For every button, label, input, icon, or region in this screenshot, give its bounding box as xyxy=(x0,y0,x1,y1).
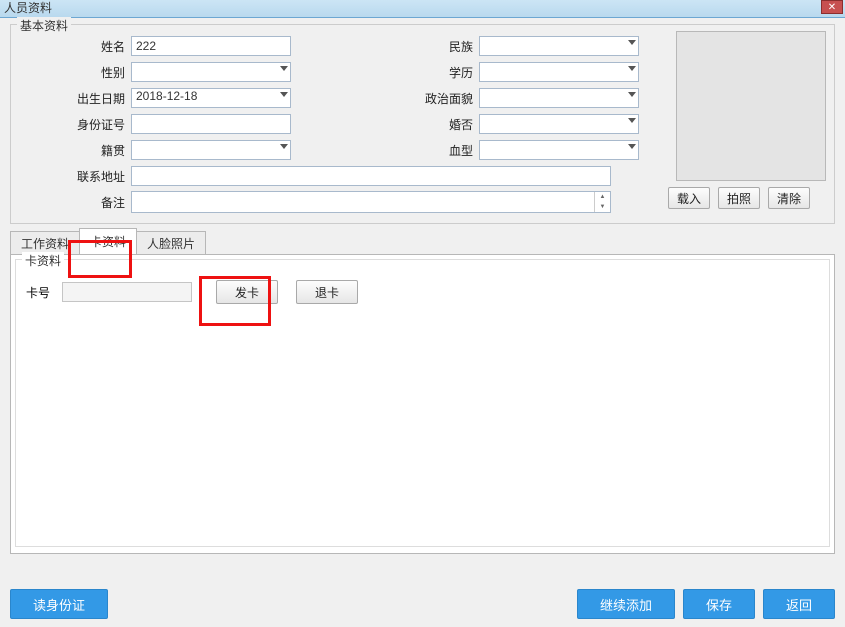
load-photo-button[interactable]: 载入 xyxy=(668,187,710,209)
remark-field[interactable]: ▲▼ xyxy=(131,191,611,213)
birth-date-select[interactable]: 2018-12-18 xyxy=(131,88,291,108)
label-cardno: 卡号 xyxy=(26,284,56,301)
chevron-down-icon xyxy=(280,144,288,149)
label-marriage: 婚否 xyxy=(391,116,479,133)
label-education: 学历 xyxy=(391,64,479,81)
label-name: 姓名 xyxy=(59,38,131,55)
save-button[interactable]: 保存 xyxy=(683,589,755,619)
card-group: 卡资料 卡号 发卡 退卡 xyxy=(15,259,830,547)
tab-face[interactable]: 人脸照片 xyxy=(136,231,206,255)
chevron-down-icon xyxy=(628,92,636,97)
gender-select[interactable] xyxy=(131,62,291,82)
chevron-down-icon xyxy=(628,144,636,149)
blood-select[interactable] xyxy=(479,140,639,160)
read-id-button[interactable]: 读身份证 xyxy=(10,589,108,619)
chevron-down-icon xyxy=(628,40,636,45)
chevron-down-icon xyxy=(280,92,288,97)
tab-card[interactable]: 卡资料 xyxy=(79,228,137,254)
label-ethnic: 民族 xyxy=(391,38,479,55)
native-select[interactable] xyxy=(131,140,291,160)
label-gender: 性别 xyxy=(59,64,131,81)
chevron-down-icon xyxy=(628,66,636,71)
name-field[interactable] xyxy=(131,36,291,56)
label-idno: 身份证号 xyxy=(59,116,131,133)
education-select[interactable] xyxy=(479,62,639,82)
window-titlebar: 人员资料 ✕ xyxy=(0,0,845,18)
label-blood: 血型 xyxy=(391,142,479,159)
window-title: 人员资料 xyxy=(4,1,52,15)
stepper-icon[interactable]: ▲▼ xyxy=(594,192,610,212)
tab-panel: 卡资料 卡号 发卡 退卡 xyxy=(10,254,835,554)
footer-bar: 读身份证 继续添加 保存 返回 xyxy=(10,589,835,619)
chevron-down-icon xyxy=(280,66,288,71)
basic-info-group: 基本资料 姓名 性别 出生日期 2018-12-18 身份证号 xyxy=(10,24,835,224)
label-birth: 出生日期 xyxy=(59,90,131,107)
continue-add-button[interactable]: 继续添加 xyxy=(577,589,675,619)
idno-field[interactable] xyxy=(131,114,291,134)
label-politics: 政治面貌 xyxy=(391,90,479,107)
ethnic-select[interactable] xyxy=(479,36,639,56)
politics-select[interactable] xyxy=(479,88,639,108)
marriage-select[interactable] xyxy=(479,114,639,134)
clear-photo-button[interactable]: 清除 xyxy=(768,187,810,209)
card-legend: 卡资料 xyxy=(22,252,64,269)
address-field[interactable] xyxy=(131,166,611,186)
label-address: 联系地址 xyxy=(59,168,131,185)
cardno-field[interactable] xyxy=(62,282,192,302)
chevron-down-icon xyxy=(628,118,636,123)
close-icon[interactable]: ✕ xyxy=(821,0,843,14)
withdraw-card-button[interactable]: 退卡 xyxy=(296,280,358,304)
label-remark: 备注 xyxy=(59,194,131,211)
label-native: 籍贯 xyxy=(59,142,131,159)
back-button[interactable]: 返回 xyxy=(763,589,835,619)
detail-tabs: 工作资料 卡资料 人脸照片 卡资料 卡号 发卡 退卡 xyxy=(10,230,835,554)
basic-legend: 基本资料 xyxy=(17,17,71,34)
photo-preview xyxy=(676,31,826,181)
shoot-photo-button[interactable]: 拍照 xyxy=(718,187,760,209)
issue-card-button[interactable]: 发卡 xyxy=(216,280,278,304)
